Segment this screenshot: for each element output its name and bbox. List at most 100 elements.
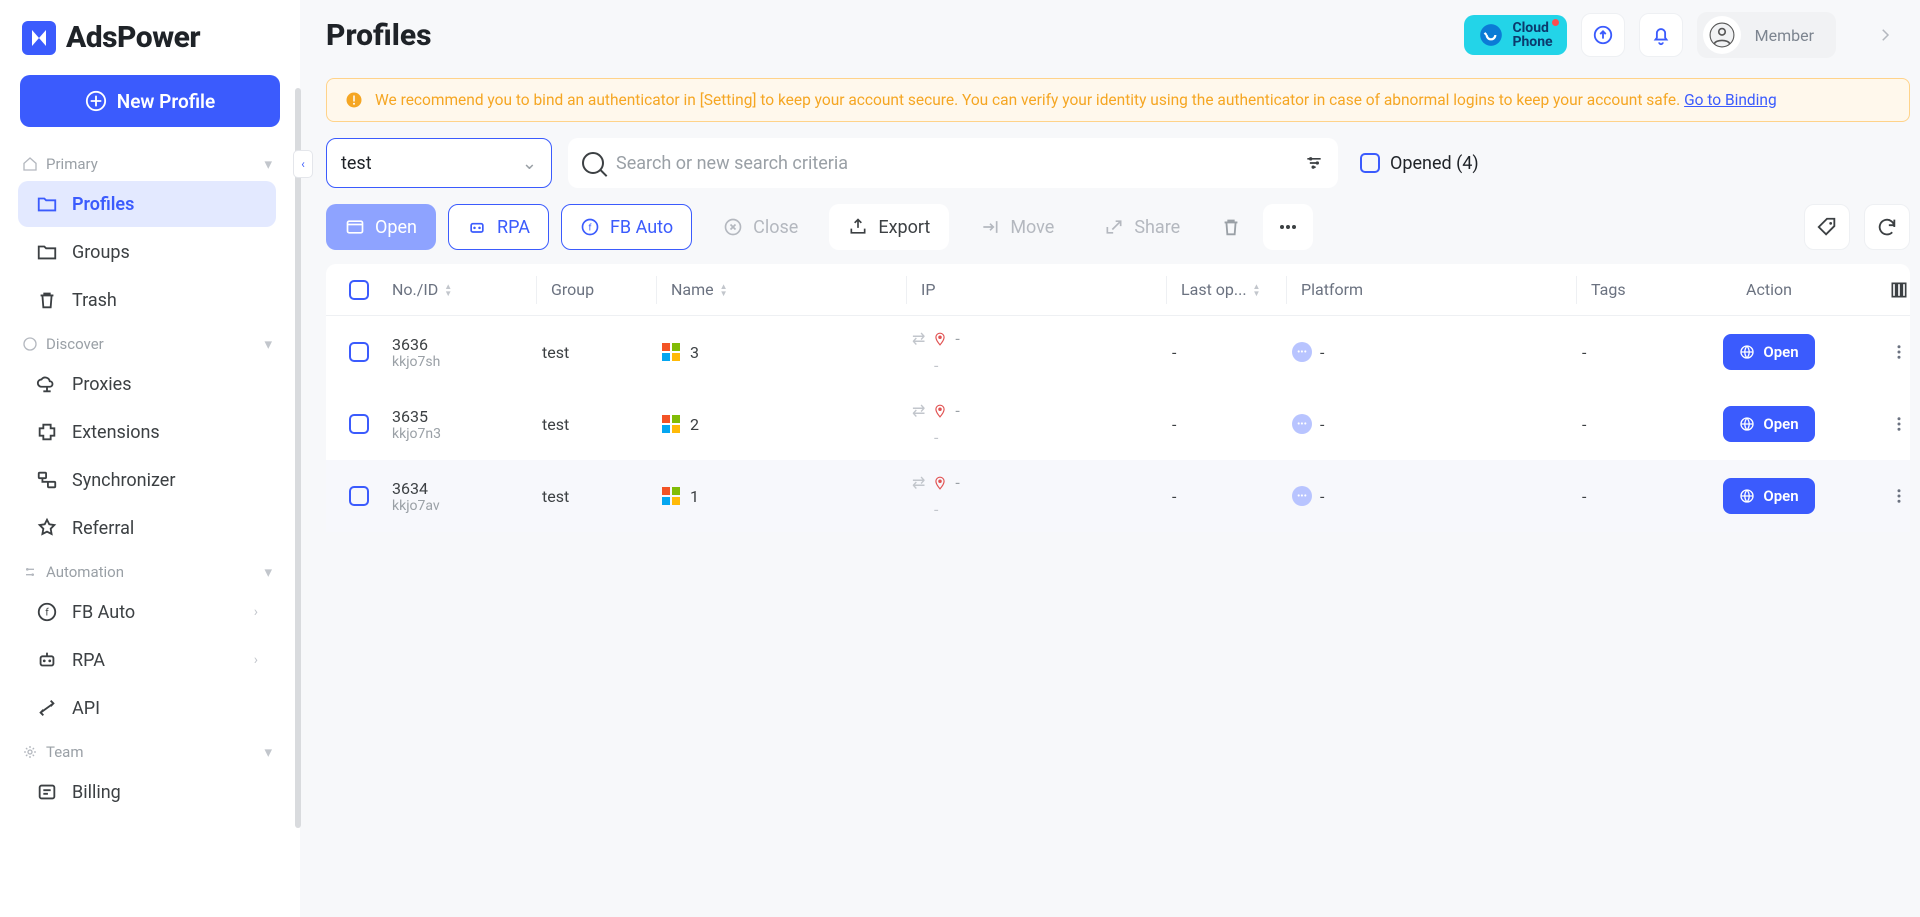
sidebar-item-api[interactable]: API	[18, 685, 276, 731]
swap-icon: ⇄	[912, 329, 925, 348]
row-more-button[interactable]	[1866, 343, 1920, 361]
cell-ip: ⇄- -	[906, 329, 1166, 375]
search-input[interactable]	[616, 153, 1292, 174]
close-button[interactable]: Close	[704, 204, 817, 250]
col-lastop[interactable]: Last op...▲▼	[1166, 276, 1286, 304]
location-icon	[933, 476, 947, 490]
col-no[interactable]: No./ID▲▼	[386, 280, 536, 299]
sidebar-item-billing[interactable]: Billing	[18, 769, 276, 815]
dots-vertical-icon	[1890, 415, 1908, 433]
section-team[interactable]: Team ▾	[0, 733, 294, 767]
opened-filter[interactable]: Opened (4)	[1360, 153, 1479, 174]
sidebar-item-proxies[interactable]: Proxies	[18, 361, 276, 407]
row-checkbox[interactable]	[349, 342, 369, 362]
row-checkbox[interactable]	[349, 414, 369, 434]
cloud-network-icon	[36, 373, 58, 395]
gear-icon	[22, 744, 38, 760]
platform-badge-icon: •••	[1292, 414, 1312, 434]
refresh-button[interactable]	[1864, 204, 1910, 250]
cell-platform: •••-	[1286, 414, 1576, 434]
plus-circle-icon	[85, 90, 107, 112]
sidebar-item-trash[interactable]: Trash	[18, 277, 276, 323]
warning-icon	[345, 91, 363, 109]
notifications-button[interactable]	[1639, 13, 1683, 57]
bell-icon	[1650, 24, 1672, 46]
row-open-button[interactable]: Open	[1723, 334, 1814, 370]
cloud-phone-icon	[1478, 22, 1504, 48]
folder-user-icon	[36, 193, 58, 215]
sidebar: AdsPower New Profile Primary ▾ Profiles …	[0, 0, 300, 917]
avatar-icon	[1703, 16, 1741, 54]
tags-button[interactable]	[1804, 204, 1850, 250]
row-open-button[interactable]: Open	[1723, 478, 1814, 514]
share-button[interactable]: Share	[1085, 204, 1199, 250]
folder-icon	[36, 241, 58, 263]
fbauto-button[interactable]: f FB Auto	[561, 204, 692, 250]
sidebar-item-extensions[interactable]: Extensions	[18, 409, 276, 455]
logo-mark-icon	[22, 21, 56, 55]
sort-icon: ▲▼	[720, 283, 728, 297]
open-button[interactable]: Open	[326, 204, 436, 250]
delete-button[interactable]	[1211, 204, 1251, 250]
col-platform[interactable]: Platform	[1286, 276, 1576, 304]
sidebar-collapse-button[interactable]: ‹	[293, 150, 313, 178]
cell-group: test	[536, 415, 656, 434]
cell-group: test	[536, 343, 656, 362]
filter-icon[interactable]	[1304, 153, 1324, 173]
svg-text:f: f	[45, 607, 49, 619]
api-icon	[36, 697, 58, 719]
col-group[interactable]: Group	[536, 276, 656, 304]
col-tags[interactable]: Tags	[1576, 276, 1666, 304]
page-title: Profiles	[326, 18, 432, 53]
sidebar-item-groups[interactable]: Groups	[18, 229, 276, 275]
sidebar-item-fbauto[interactable]: f FB Auto ›	[18, 589, 276, 635]
billing-icon	[36, 781, 58, 803]
chevron-right-icon: ›	[254, 652, 258, 668]
cell-no: 3635kkjo7n3	[386, 407, 536, 442]
table-row[interactable]: 3635kkjo7n3 test 2 ⇄- - - •••- - Open	[326, 388, 1910, 460]
puzzle-icon	[36, 421, 58, 443]
row-open-button[interactable]: Open	[1723, 406, 1814, 442]
sidebar-item-referral[interactable]: Referral	[18, 505, 276, 551]
row-more-button[interactable]	[1866, 415, 1920, 433]
table-header: No./ID▲▼ Group Name▲▼ IP Last op...▲▼ Pl…	[326, 264, 1910, 316]
compass-icon	[22, 336, 38, 352]
toolbar: Open RPA f FB Auto Close Export Move Sha…	[326, 204, 1910, 250]
cell-name: 1	[656, 487, 906, 506]
more-button[interactable]	[1263, 204, 1313, 250]
new-profile-button[interactable]: New Profile	[20, 75, 280, 127]
sort-icon: ▲▼	[1253, 283, 1261, 297]
section-primary[interactable]: Primary ▾	[0, 145, 294, 179]
facebook-sync-icon: f	[580, 217, 600, 237]
member-menu[interactable]: Member	[1697, 12, 1836, 58]
cell-lastop: -	[1166, 415, 1286, 434]
rpa-button[interactable]: RPA	[448, 204, 549, 250]
sidebar-item-synchronizer[interactable]: Synchronizer	[18, 457, 276, 503]
select-all-checkbox[interactable]	[349, 280, 369, 300]
column-settings-button[interactable]	[1866, 280, 1920, 300]
table-row[interactable]: 3636kkjo7sh test 3 ⇄- - - •••- - Open	[326, 316, 1910, 388]
close-circle-icon	[723, 217, 743, 237]
cell-name: 3	[656, 343, 906, 362]
chevron-right-icon	[1876, 26, 1894, 44]
row-checkbox[interactable]	[349, 486, 369, 506]
section-discover[interactable]: Discover ▾	[0, 325, 294, 359]
svg-text:f: f	[588, 223, 592, 233]
dots-vertical-icon	[1890, 343, 1908, 361]
update-button[interactable]	[1581, 13, 1625, 57]
col-ip[interactable]: IP	[906, 276, 1166, 304]
move-button[interactable]: Move	[961, 204, 1073, 250]
table-row[interactable]: 3634kkjo7av test 1 ⇄- - - •••- - Open	[326, 460, 1910, 532]
section-automation[interactable]: Automation ▾	[0, 553, 294, 587]
chevron-down-icon: ⌄	[522, 153, 537, 174]
group-select[interactable]: test ⌄	[326, 138, 552, 188]
row-more-button[interactable]	[1866, 487, 1920, 505]
col-name[interactable]: Name▲▼	[656, 276, 906, 304]
sidebar-item-rpa[interactable]: RPA ›	[18, 637, 276, 683]
sidebar-item-profiles[interactable]: Profiles	[18, 181, 276, 227]
export-button[interactable]: Export	[829, 204, 949, 250]
cloud-phone-button[interactable]: Cloud Phone	[1464, 15, 1566, 55]
checkbox-icon	[1360, 153, 1380, 173]
account-next-button[interactable]	[1876, 26, 1894, 44]
go-to-binding-link[interactable]: Go to Binding	[1684, 91, 1777, 109]
